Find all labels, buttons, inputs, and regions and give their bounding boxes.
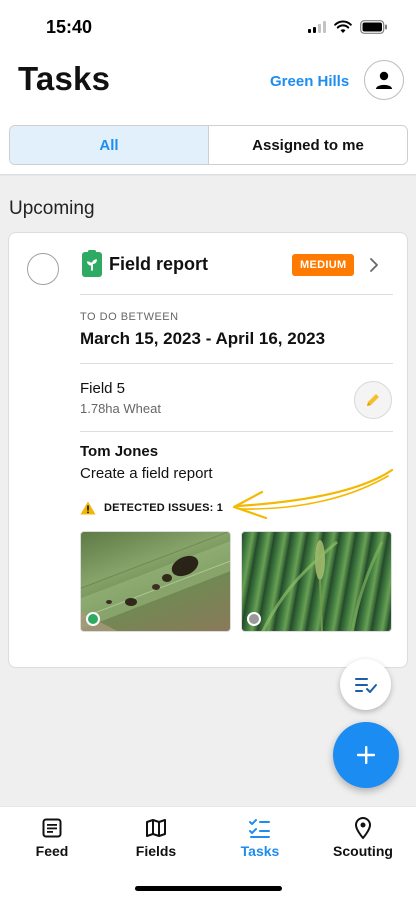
user-icon xyxy=(376,71,392,89)
tab-assigned-to-me[interactable]: Assigned to me xyxy=(209,126,407,164)
page-title: Tasks xyxy=(18,60,111,97)
nav-label: Feed xyxy=(35,843,69,859)
divider xyxy=(80,294,393,295)
pencil-icon xyxy=(367,394,379,406)
field-report-icon xyxy=(82,250,102,277)
list-check-icon xyxy=(354,677,377,693)
status-bar: 15:40 xyxy=(0,0,416,54)
wheat-field-photo xyxy=(261,540,384,631)
status-dot xyxy=(86,612,100,626)
nav-label: Scouting xyxy=(333,843,393,859)
priority-badge: MEDIUM xyxy=(292,254,355,276)
detected-issues-label: DETECTED ISSUES: 1 xyxy=(104,502,224,514)
field-info: 1.78ha Wheat xyxy=(80,401,161,416)
cellular-signal-icon xyxy=(308,21,326,33)
map-icon xyxy=(146,819,166,837)
task-title: Field report xyxy=(109,254,209,274)
task-card[interactable]: Field report MEDIUM TO DO BETWEEN March … xyxy=(8,232,408,668)
issue-photo-thumbnail[interactable] xyxy=(80,531,231,632)
home-indicator xyxy=(135,886,282,891)
battery-icon xyxy=(360,20,387,34)
nav-item-feed[interactable]: Feed xyxy=(7,817,97,859)
nav-label: Fields xyxy=(135,843,177,859)
nav-item-scouting[interactable]: Scouting xyxy=(318,817,408,859)
tab-all[interactable]: All xyxy=(10,126,209,164)
wifi-icon xyxy=(334,20,352,33)
field-name: Field 5 xyxy=(80,380,126,397)
issue-photo-thumbnail[interactable] xyxy=(241,531,392,632)
bulk-select-button[interactable] xyxy=(340,659,391,710)
section-title: Upcoming xyxy=(9,198,95,219)
divider xyxy=(80,363,393,364)
nav-label: Tasks xyxy=(240,843,280,859)
status-dot xyxy=(247,612,261,626)
chevron-right-icon[interactable] xyxy=(369,257,379,273)
status-icons xyxy=(308,20,388,34)
assignee-name: Tom Jones xyxy=(80,443,159,460)
task-description: Create a field report xyxy=(80,465,213,482)
document-icon xyxy=(42,818,62,838)
status-time: 15:40 xyxy=(46,17,93,37)
divider xyxy=(80,431,393,432)
nav-item-fields[interactable]: Fields xyxy=(111,817,201,859)
detected-issues: DETECTED ISSUES: 1 xyxy=(80,501,223,515)
nav-item-tasks[interactable]: Tasks xyxy=(215,817,305,859)
add-task-button[interactable] xyxy=(333,722,399,788)
task-filter-tabs: All Assigned to me xyxy=(9,125,408,165)
checklist-icon xyxy=(249,819,270,838)
todo-between-label: TO DO BETWEEN xyxy=(80,311,179,323)
leaf-lesion-photo xyxy=(81,532,230,631)
bottom-nav: Feed Fields Tasks Scouting xyxy=(0,806,416,900)
task-list: Upcoming Field report MEDIUM TO DO BETWE… xyxy=(0,176,416,806)
farm-selector[interactable]: Green Hills xyxy=(270,73,349,90)
profile-button[interactable] xyxy=(364,60,404,100)
plus-icon xyxy=(357,746,375,764)
warning-icon xyxy=(80,501,96,515)
edit-field-button[interactable] xyxy=(354,381,392,419)
date-range: March 15, 2023 - April 16, 2023 xyxy=(80,329,326,348)
location-pin-icon xyxy=(354,817,372,839)
task-complete-checkbox[interactable] xyxy=(27,253,59,285)
